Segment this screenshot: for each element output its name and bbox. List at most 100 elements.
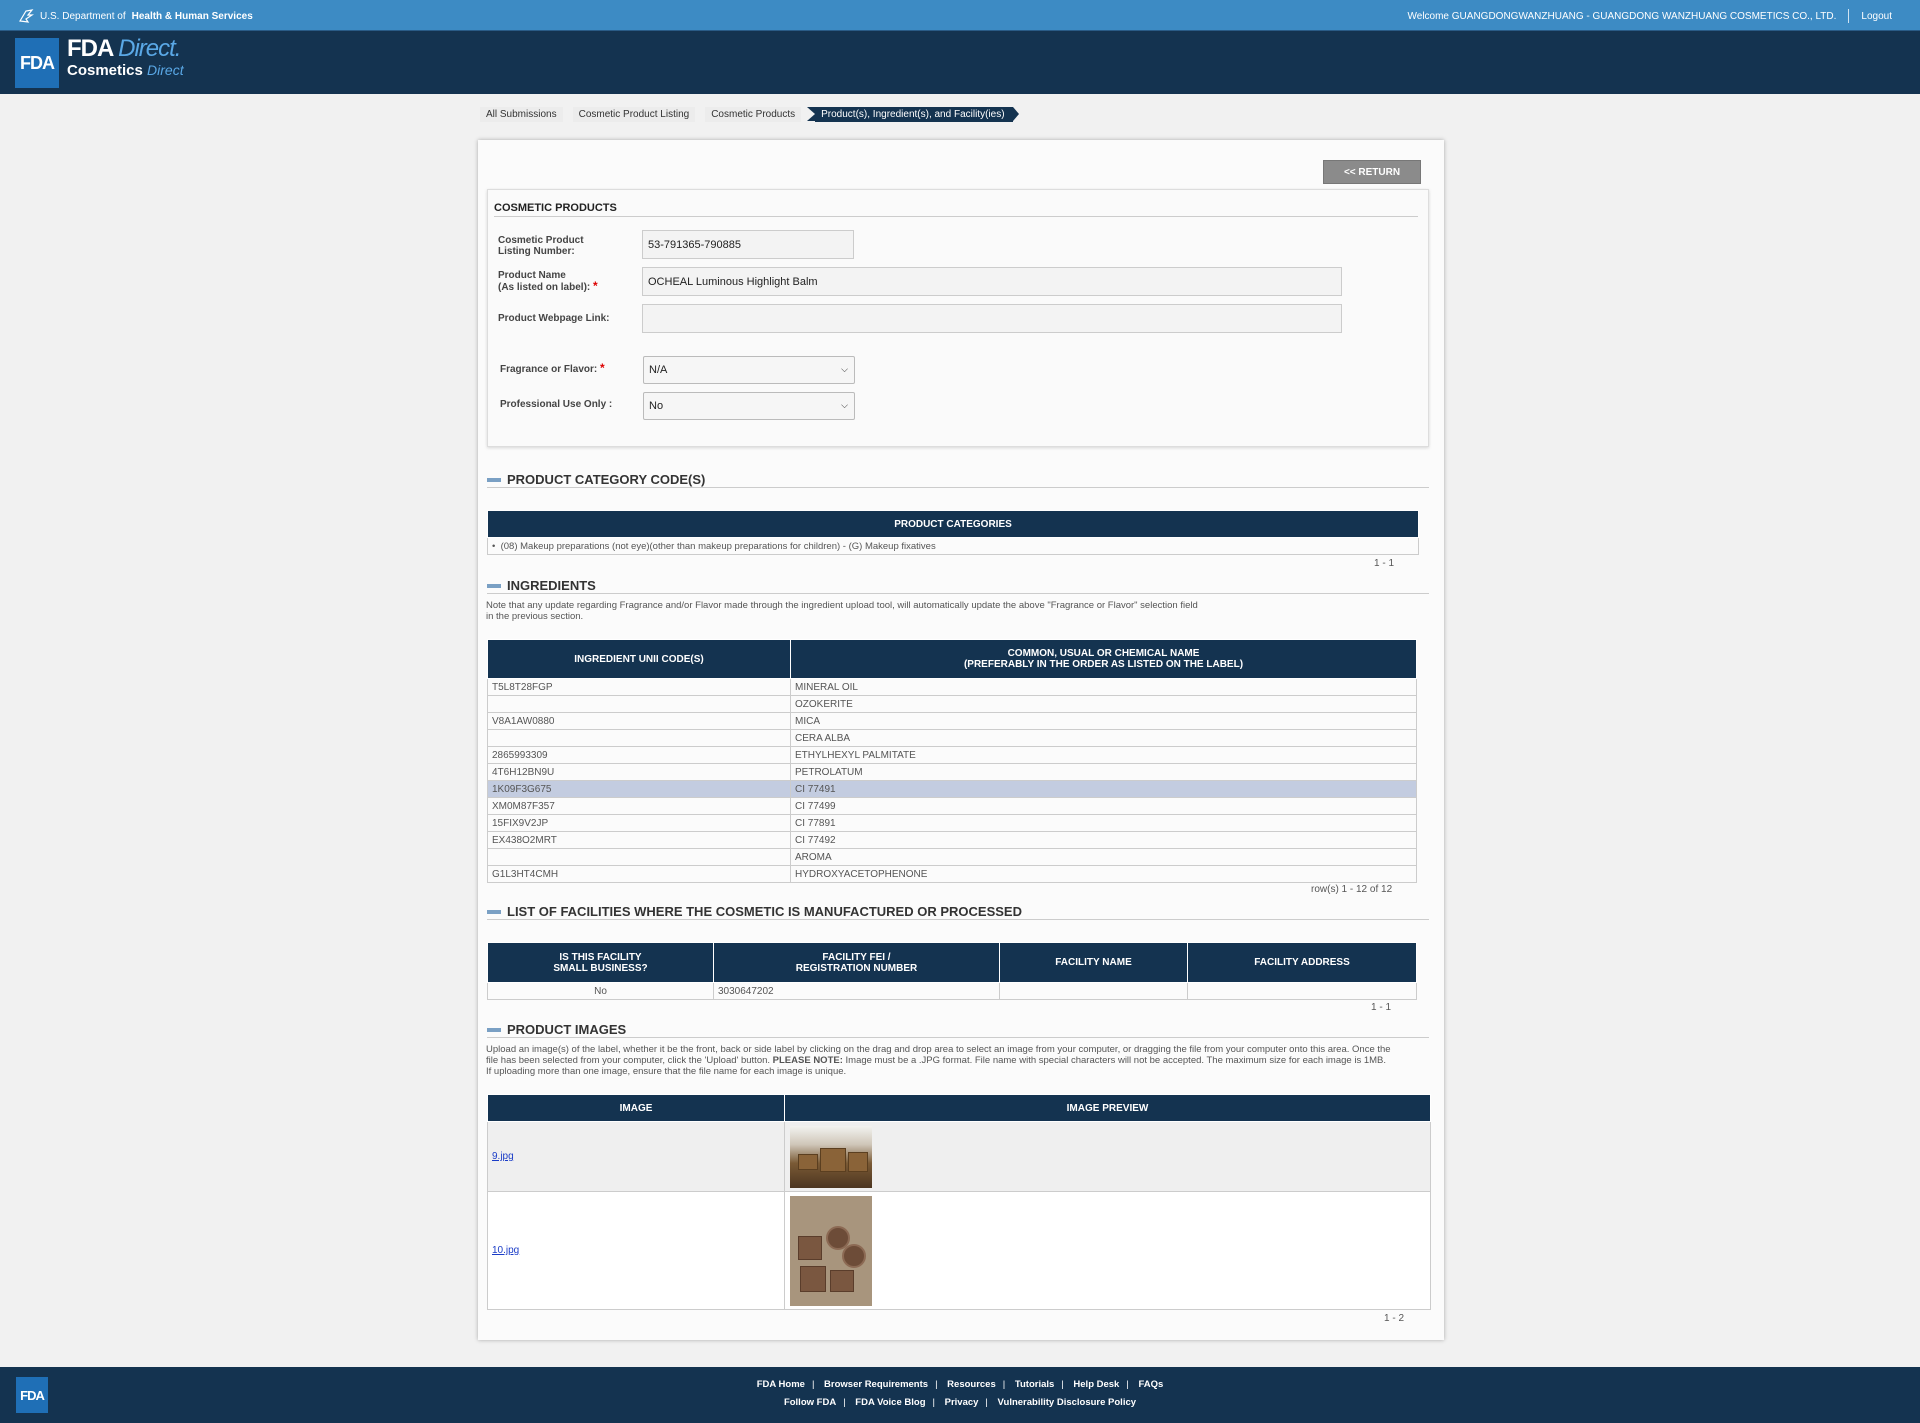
image-file-link[interactable]: 9.jpg <box>492 1151 514 1162</box>
ingredients-section-header[interactable]: INGREDIENTS <box>487 578 1429 594</box>
thumb-box <box>830 1269 854 1292</box>
webpage-link-field[interactable] <box>642 304 1342 333</box>
thumb-box <box>848 1151 868 1172</box>
table-row[interactable]: XM0M87F357 CI 77499 <box>487 797 1417 815</box>
footer-link-follow-fda[interactable]: Follow FDA <box>784 1397 836 1408</box>
footer-links-row1: FDA Home | Browser Requirements | Resource… <box>756 1379 1164 1390</box>
table-row[interactable]: CERA ALBA <box>487 729 1417 747</box>
table-row[interactable]: V8A1AW0880 MICA <box>487 712 1417 730</box>
images-note: Upload an image(s) of the label, whether… <box>486 1044 1436 1077</box>
main-panel: << RETURN COSMETIC PRODUCTS Cosmetic Pro… <box>478 140 1444 1340</box>
facilities-section-title: LIST OF FACILITIES WHERE THE COSMETIC IS… <box>507 904 1022 919</box>
footer-link-voice-blog[interactable]: FDA Voice Blog <box>855 1397 925 1408</box>
images-section-header[interactable]: PRODUCT IMAGES <box>487 1022 1429 1038</box>
ingredient-name: HYDROXYACETOPHENONE <box>790 865 1417 883</box>
listing-number-field[interactable]: 53-791365-790885 <box>642 230 854 259</box>
ingredients-section-title: INGREDIENTS <box>507 578 596 593</box>
ingredients-pager: row(s) 1 - 12 of 12 <box>1311 884 1393 895</box>
ingredients-note-line2: in the previous section. <box>486 611 584 622</box>
ingredient-code <box>487 695 791 713</box>
footer-link-help-desk[interactable]: Help Desk <box>1073 1379 1119 1390</box>
product-image-preview[interactable] <box>790 1195 872 1306</box>
breadcrumb-all-submissions[interactable]: All Submissions <box>480 107 563 122</box>
facility-name-header: FACILITY NAME <box>999 942 1188 983</box>
listing-label-line2: Listing Number: <box>498 246 575 257</box>
table-row[interactable]: OZOKERITE <box>487 695 1417 713</box>
collapse-icon[interactable] <box>487 477 501 482</box>
breadcrumb-product-listing[interactable]: Cosmetic Product Listing <box>572 107 696 122</box>
breadcrumb-current: Product(s), Ingredient(s), and Facility(… <box>807 107 1019 122</box>
images-note-line3: If uploading more than one image, ensure… <box>486 1066 847 1077</box>
collapse-icon[interactable] <box>487 1027 501 1032</box>
product-name-field[interactable]: OCHEAL Luminous Highlight Balm <box>642 267 1342 296</box>
footer-link-vulnerability[interactable]: Vulnerability Disclosure Policy <box>998 1397 1137 1408</box>
ingredient-name: CI 77492 <box>790 831 1417 849</box>
ingredients-note: Note that any update regarding Fragrance… <box>486 600 1198 622</box>
fragrance-select[interactable]: N/A ⌵ <box>643 356 855 384</box>
professional-use-select[interactable]: No ⌵ <box>643 392 855 420</box>
images-section-title: PRODUCT IMAGES <box>507 1022 627 1037</box>
table-row[interactable]: AROMA <box>487 848 1417 866</box>
thumb-box <box>820 1147 846 1172</box>
image-file-link[interactable]: 10.jpg <box>492 1245 519 1256</box>
ingredient-code <box>487 729 791 747</box>
ingredient-name: MICA <box>790 712 1417 730</box>
ingredient-name-header: COMMON, USUAL OR CHEMICAL NAME (PREFERAB… <box>790 639 1417 679</box>
table-row[interactable]: EX438O2MRT CI 77492 <box>487 831 1417 849</box>
required-asterisk: * <box>593 279 598 293</box>
footer-link-browser-requirements[interactable]: Browser Requirements <box>824 1379 928 1390</box>
footer-link-fda-home[interactable]: FDA Home <box>757 1379 805 1390</box>
images-note-warning: PLEASE NOTE: <box>772 1055 843 1066</box>
breadcrumb-cosmetic-products[interactable]: Cosmetic Products <box>705 107 802 122</box>
logout-link[interactable]: Logout <box>1861 11 1892 22</box>
table-row[interactable]: No 3030647202 <box>487 982 1417 1000</box>
thumb-box <box>798 1153 818 1170</box>
product-name-label-line1: Product Name <box>498 270 566 281</box>
cosmetic-products-box: COSMETIC PRODUCTS Cosmetic Product Listi… <box>487 189 1429 447</box>
ingredient-name-header-line1: COMMON, USUAL OR CHEMICAL NAME <box>1007 648 1200 659</box>
ingredient-name: ETHYLHEXYL PALMITATE <box>790 746 1417 764</box>
facility-small-business-header: IS THIS FACILITY SMALL BUSINESS? <box>487 942 714 983</box>
ingredient-code-header: INGREDIENT UNII CODE(S) <box>487 639 791 679</box>
thumb-box <box>800 1265 826 1292</box>
ingredients-note-line1: Note that any update regarding Fragrance… <box>486 600 1198 611</box>
return-button[interactable]: << RETURN <box>1323 160 1421 184</box>
images-note-line2-rest: Image must be a .JPG format. File name w… <box>842 1055 1387 1066</box>
images-pager: 1 - 2 <box>1384 1313 1405 1324</box>
fragrance-selected-value: N/A <box>649 364 668 376</box>
category-pager: 1 - 1 <box>1374 558 1395 569</box>
ingredient-name: MINERAL OIL <box>790 678 1417 696</box>
product-image-preview[interactable] <box>790 1125 872 1188</box>
chevron-down-icon: ⌵ <box>841 364 848 374</box>
table-row-selected[interactable]: 1K09F3G675 CI 77491 <box>487 780 1417 798</box>
ingredient-name: CI 77491 <box>790 780 1417 798</box>
category-section-header[interactable]: PRODUCT CATEGORY CODE(S) <box>487 472 1429 488</box>
brand-fda: FDA <box>67 35 113 62</box>
table-row[interactable]: 4T6H12BN9U PETROLATUM <box>487 763 1417 781</box>
image-header: IMAGE <box>487 1094 785 1122</box>
brand-direct: Direct. <box>118 35 181 62</box>
category-header: PRODUCT CATEGORIES <box>487 510 1419 538</box>
cosmetic-products-title: COSMETIC PRODUCTS <box>494 202 1418 217</box>
table-row[interactable]: T5L8T28FGP MINERAL OIL <box>487 678 1417 696</box>
fda-logo[interactable]: FDA <box>15 38 59 88</box>
table-row[interactable]: 9.jpg <box>487 1121 1431 1192</box>
footer-link-privacy[interactable]: Privacy <box>945 1397 979 1408</box>
table-row[interactable]: 15FIX9V2JP CI 77891 <box>487 814 1417 832</box>
ingredients-table: INGREDIENT UNII CODE(S) COMMON, USUAL OR… <box>487 639 1417 883</box>
app-title: FDA Direct. Cosmetics Direct <box>67 35 184 79</box>
ingredient-code: 15FIX9V2JP <box>487 814 791 832</box>
table-row[interactable]: 10.jpg <box>487 1191 1431 1310</box>
footer-link-tutorials[interactable]: Tutorials <box>1015 1379 1054 1390</box>
collapse-icon[interactable] <box>487 583 501 588</box>
category-table: PRODUCT CATEGORIES • (08) Makeup prepara… <box>487 510 1419 555</box>
collapse-icon[interactable] <box>487 909 501 914</box>
table-row[interactable]: 2865993309 ETHYLHEXYL PALMITATE <box>487 746 1417 764</box>
breadcrumb: All Submissions Cosmetic Product Listing… <box>480 107 1023 122</box>
ingredient-code: T5L8T28FGP <box>487 678 791 696</box>
footer-link-faqs[interactable]: FAQs <box>1138 1379 1163 1390</box>
table-row[interactable]: G1L3HT4CMH HYDROXYACETOPHENONE <box>487 865 1417 883</box>
footer-link-resources[interactable]: Resources <box>947 1379 996 1390</box>
facilities-section-header[interactable]: LIST OF FACILITIES WHERE THE COSMETIC IS… <box>487 904 1429 920</box>
facility-address-header: FACILITY ADDRESS <box>1187 942 1417 983</box>
